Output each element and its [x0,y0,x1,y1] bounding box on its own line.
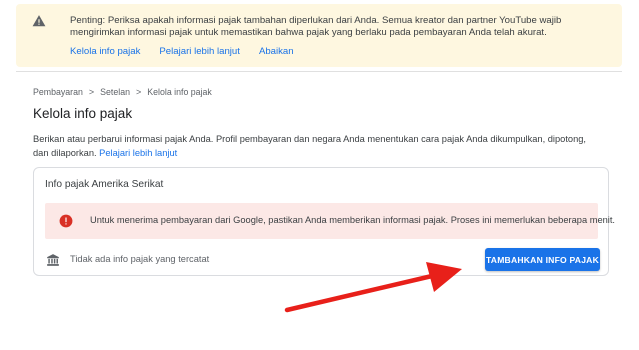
no-tax-info-text: Tidak ada info pajak yang tercatat [70,254,210,264]
card-title: Info pajak Amerika Serikat [45,179,164,190]
add-tax-info-button[interactable]: TAMBAHKAN INFO PAJAK [485,248,600,271]
error-icon [59,214,73,228]
breadcrumb-separator: > [136,87,142,97]
page-description: Berikan atau perbarui informasi pajak An… [33,132,588,160]
alert-message: Untuk menerima pembayaran dari Google, p… [90,215,616,225]
tax-info-banner: Penting: Periksa apakah informasi pajak … [16,4,622,67]
page-title: Kelola info pajak [33,106,133,121]
us-tax-info-card: Info pajak Amerika Serikat Untuk menerim… [33,167,615,276]
breadcrumb-separator: > [88,87,95,97]
banner-message: Penting: Periksa apakah informasi pajak … [70,15,562,38]
breadcrumb-settings[interactable]: Setelan [100,87,130,97]
dismiss-link[interactable]: Abaikan [259,46,294,57]
error-alert: Untuk menerima pembayaran dari Google, p… [45,203,615,239]
divider [16,71,622,72]
learn-more-link[interactable]: Pelajari lebih lanjut [99,148,177,158]
warning-icon [32,15,46,27]
breadcrumb: Pembayaran > Setelan > Kelola info pajak [33,87,212,97]
manage-tax-info-link[interactable]: Kelola info pajak [70,46,140,57]
breadcrumb-payments[interactable]: Pembayaran [33,87,83,97]
learn-more-link[interactable]: Pelajari lebih lanjut [159,46,240,57]
breadcrumb-current: Kelola info pajak [147,87,212,97]
banner-links: Kelola info pajak Pelajari lebih lanjut … [70,46,313,57]
bank-icon [47,254,59,266]
